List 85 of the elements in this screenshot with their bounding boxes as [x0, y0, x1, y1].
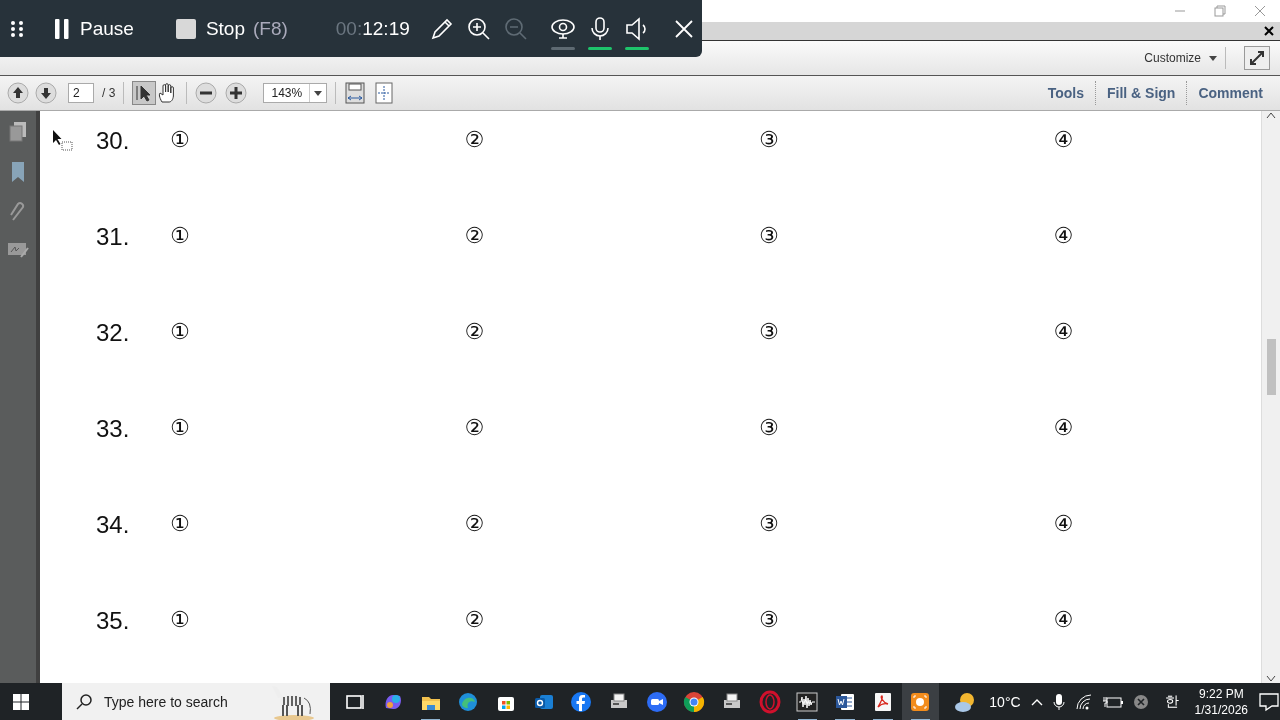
answer-option: ②	[464, 127, 485, 152]
question-number: 32.	[96, 319, 131, 347]
question-number: 30.	[96, 127, 131, 155]
question-number: 35.	[96, 607, 131, 635]
scroll-up-icon[interactable]	[1266, 111, 1276, 119]
input-method-indicator[interactable]: 한	[1164, 693, 1179, 711]
clock[interactable]: 9:22 PM 1/31/2026	[1194, 686, 1248, 718]
question-number: 34.	[96, 511, 131, 539]
waveform-icon	[795, 690, 820, 714]
zoom-field[interactable]: 143%	[263, 83, 328, 103]
chevron-up-icon[interactable]	[1030, 698, 1043, 706]
scrollbar-thumb[interactable]	[1266, 339, 1276, 395]
answer-option: ②	[464, 319, 485, 344]
answer-option: ③	[759, 127, 779, 152]
video-call-icon	[644, 690, 669, 714]
answer-option: ②	[464, 607, 485, 632]
close-icon	[673, 18, 694, 39]
pause-icon	[54, 17, 70, 40]
fit-width-icon[interactable]	[344, 82, 367, 104]
caret-icon[interactable]	[314, 90, 323, 96]
answer-option: ③	[759, 319, 779, 344]
bookmark-icon[interactable]	[10, 161, 26, 183]
opera-icon	[757, 690, 782, 714]
answer-option: ①	[170, 607, 190, 632]
recording-timer: 00:12:19	[335, 17, 410, 40]
stop-button[interactable]: Stop (F8)	[175, 17, 288, 40]
scroll-down-icon[interactable]	[1266, 675, 1276, 683]
pen-button[interactable]	[429, 16, 455, 41]
answer-option: ①	[170, 127, 190, 152]
answer-option: ③	[759, 223, 779, 248]
expand-button[interactable]	[1244, 46, 1270, 70]
search-field[interactable]: Type here to search	[102, 693, 286, 711]
select-tool-button[interactable]	[132, 81, 157, 105]
facebook-icon	[569, 690, 594, 714]
stop-icon	[175, 18, 196, 39]
pane-tab[interactable]: Fill & Sign	[1095, 81, 1187, 105]
answer-option: ④	[1053, 127, 1074, 152]
taskbar-app[interactable]	[901, 683, 940, 720]
answer-option: ②	[464, 511, 485, 536]
search-box[interactable]: Type here to search	[62, 683, 331, 720]
question-number: 33.	[96, 415, 131, 443]
speaker-icon	[624, 16, 649, 41]
close-circle-icon[interactable]	[1132, 694, 1149, 710]
answer-option: ①	[170, 511, 190, 536]
temperature[interactable]: 10°C	[989, 694, 1021, 710]
question-number: 31.	[96, 223, 131, 251]
answer-option: ④	[1053, 415, 1074, 440]
search-icon	[76, 694, 92, 710]
answer-option: ③	[759, 511, 779, 536]
answer-option: ④	[1053, 607, 1074, 632]
webcam-icon	[549, 16, 576, 41]
page-number-field[interactable]: 2	[68, 83, 94, 103]
answer-option: ②	[464, 415, 485, 440]
cursor-icon	[52, 129, 74, 151]
notification-icon[interactable]	[1258, 692, 1280, 712]
pages-icon[interactable]	[8, 121, 28, 143]
page-total: / 3	[102, 86, 116, 100]
chrome-icon	[682, 690, 707, 714]
zoom-out-icon[interactable]	[195, 82, 218, 104]
answer-option: ④	[1053, 319, 1074, 344]
battery-icon[interactable]	[1102, 695, 1123, 709]
answer-option: ③	[759, 415, 779, 440]
pane-tab[interactable]: Comment	[1186, 81, 1274, 105]
pane-tab[interactable]: Tools	[1036, 81, 1095, 105]
answer-option: ①	[170, 319, 190, 344]
answer-option: ①	[170, 223, 190, 248]
answer-option: ①	[170, 415, 190, 440]
answer-option: ④	[1053, 223, 1074, 248]
pause-button[interactable]: Pause	[54, 17, 134, 40]
expand-icon	[1249, 50, 1265, 66]
signature-icon[interactable]	[7, 241, 29, 259]
zoom-in-icon[interactable]	[225, 82, 248, 104]
zoom-in-icon	[466, 16, 491, 41]
answer-option: ③	[759, 607, 779, 632]
zoom-out-icon	[503, 16, 528, 41]
answer-option: ④	[1053, 511, 1074, 536]
zoom-in-button[interactable]	[466, 16, 492, 41]
microphone-icon[interactable]	[1052, 693, 1065, 711]
wifi-icon[interactable]	[1074, 694, 1093, 710]
answer-option: ②	[464, 223, 485, 248]
close-icon[interactable]	[1264, 26, 1274, 36]
customize-button[interactable]: Customize	[1144, 51, 1217, 65]
pencil-icon	[430, 16, 455, 41]
caret-icon	[1209, 55, 1217, 61]
drag-handle-icon[interactable]	[10, 18, 24, 39]
